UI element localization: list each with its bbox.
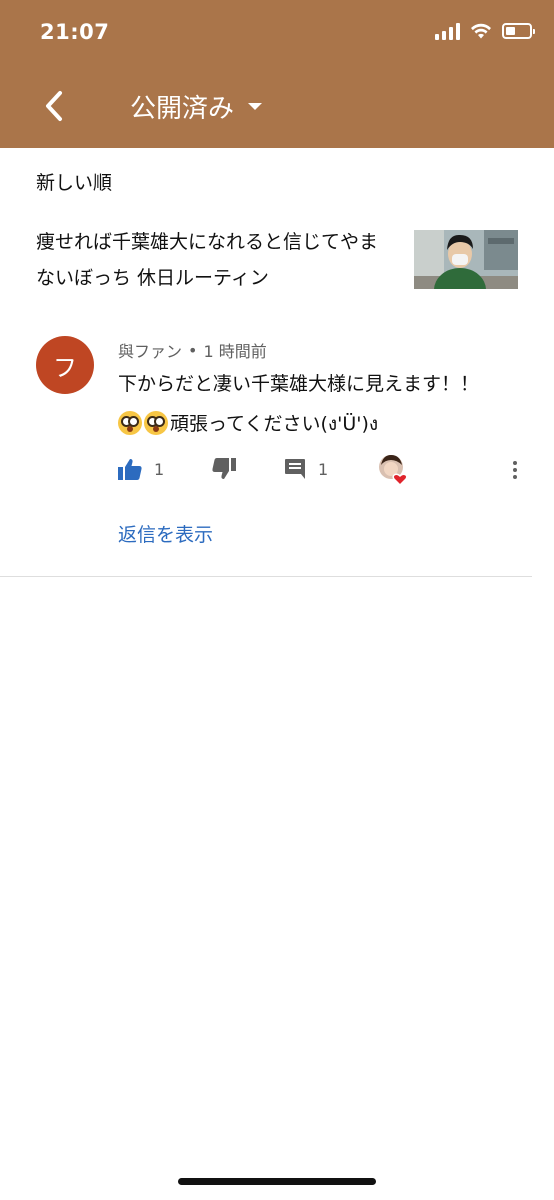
more-options-button[interactable] <box>508 458 522 482</box>
app-bar: 21:07 公開済み <box>0 0 554 148</box>
creator-heart-button[interactable] <box>378 454 410 487</box>
caret-down-icon <box>248 103 263 110</box>
comment-text-line2-text: 頑張ってください(ง'Ü')ง <box>170 413 379 435</box>
comment-meta: 與ファン • 1 時間前 <box>118 338 267 362</box>
comment-text: 下からだと凄い千葉雄大様に見えます！！ 頑張ってください(ง'Ü')ง <box>118 364 518 444</box>
creator-heart-icon <box>379 455 408 487</box>
comment-text-line2: 頑張ってください(ง'Ü')ง <box>118 404 518 444</box>
meta-separator: • <box>188 340 198 360</box>
thumbnail-image <box>414 230 518 289</box>
divider <box>0 576 532 577</box>
comment-text-line1: 下からだと凄い千葉雄大様に見えます！！ <box>118 373 480 395</box>
like-button[interactable]: 1 <box>118 458 164 480</box>
filter-dropdown[interactable]: 公開済み <box>130 88 263 125</box>
video-thumbnail[interactable] <box>414 230 518 289</box>
comment-author: 與ファン <box>118 342 183 361</box>
reply-count: 1 <box>318 459 329 479</box>
dislike-button[interactable] <box>212 458 236 480</box>
thumb-up-icon <box>118 459 142 480</box>
status-time: 21:07 <box>40 20 110 44</box>
comment-icon <box>285 459 305 479</box>
comment-actions: 1 1 <box>118 455 538 487</box>
sort-label[interactable]: 新しい順 <box>36 168 112 195</box>
flushed-face-emoji-icon <box>118 411 142 435</box>
more-vertical-icon <box>513 461 517 465</box>
avatar[interactable]: フ <box>36 336 94 394</box>
back-button[interactable] <box>34 86 74 126</box>
like-count: 1 <box>154 459 165 479</box>
wifi-icon <box>471 23 491 39</box>
flushed-face-emoji-icon <box>144 411 168 435</box>
back-arrow-icon <box>46 91 62 121</box>
status-icons <box>435 22 535 40</box>
show-replies-link[interactable]: 返信を表示 <box>118 520 213 547</box>
comment-time: 1 時間前 <box>203 342 267 361</box>
screen: 21:07 公開済み 新しい順 痩せれば千葉雄大になれると信じてやまないぼっち … <box>0 0 554 1200</box>
signal-icon <box>435 22 460 40</box>
battery-icon <box>502 23 535 39</box>
page-title: 公開済み <box>130 94 235 124</box>
reply-button[interactable]: 1 <box>284 458 328 480</box>
video-title: 痩せれば千葉雄大になれると信じてやまないぼっち 休日ルーティン <box>36 231 379 289</box>
thumb-down-icon <box>212 458 236 479</box>
home-indicator[interactable] <box>178 1178 376 1185</box>
